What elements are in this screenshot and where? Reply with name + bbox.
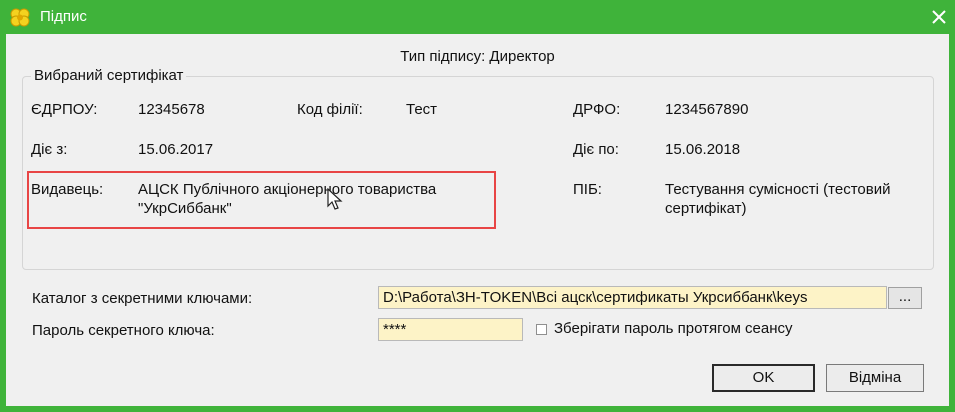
certificate-group-legend: Вибраний сертифікат bbox=[31, 68, 187, 84]
drfo-label: ДРФО: bbox=[573, 101, 621, 118]
drfo-value: 1234567890 bbox=[665, 101, 749, 118]
certificate-group: Вибраний сертифікат ЄДРПОУ: 12345678 Код… bbox=[22, 68, 934, 270]
close-icon[interactable] bbox=[928, 6, 950, 28]
edrpou-value: 12345678 bbox=[138, 101, 205, 118]
signature-type: Тип підпису: Директор bbox=[400, 48, 555, 65]
branch-code-label: Код філії: bbox=[297, 101, 363, 118]
window-title: Підпис bbox=[40, 8, 87, 25]
ok-button[interactable]: OK bbox=[712, 364, 815, 392]
remember-password-checkbox[interactable] bbox=[536, 324, 547, 335]
key-catalog-label: Каталог з секретними ключами: bbox=[32, 290, 253, 307]
dialog-body: Тип підпису: Директор Вибраний сертифіка… bbox=[6, 34, 949, 406]
edrpou-label: ЄДРПОУ: bbox=[31, 101, 98, 118]
branch-code-value: Тест bbox=[406, 101, 438, 118]
valid-to-label: Діє по: bbox=[573, 141, 619, 158]
valid-from-value: 15.06.2017 bbox=[138, 141, 214, 158]
valid-to-value: 15.06.2018 bbox=[665, 141, 741, 158]
mouse-pointer-icon bbox=[327, 188, 343, 210]
issuer-highlight-box bbox=[27, 171, 496, 229]
key-password-input[interactable]: **** bbox=[378, 318, 523, 341]
app-flower-icon bbox=[10, 8, 30, 27]
key-password-label: Пароль секретного ключа: bbox=[32, 322, 215, 339]
title-bar[interactable]: Підпис bbox=[0, 0, 955, 34]
browse-button[interactable]: ... bbox=[888, 287, 922, 309]
full-name-value-line2: сертифікат) bbox=[665, 200, 747, 217]
dialog-window: Підпис Тип підпису: Директор Вибраний се… bbox=[0, 0, 955, 412]
key-catalog-input[interactable]: D:\Работа\ЗН-TOKEN\Всі ацск\сертификаты … bbox=[378, 286, 887, 309]
cancel-button[interactable]: Відміна bbox=[826, 364, 924, 392]
remember-password-label[interactable]: Зберігати пароль протягом сеансу bbox=[554, 320, 793, 338]
valid-from-label: Діє з: bbox=[31, 141, 68, 158]
full-name-value-line1: Тестування сумісності (тестовий bbox=[665, 181, 891, 198]
full-name-label: ПІБ: bbox=[573, 181, 602, 198]
